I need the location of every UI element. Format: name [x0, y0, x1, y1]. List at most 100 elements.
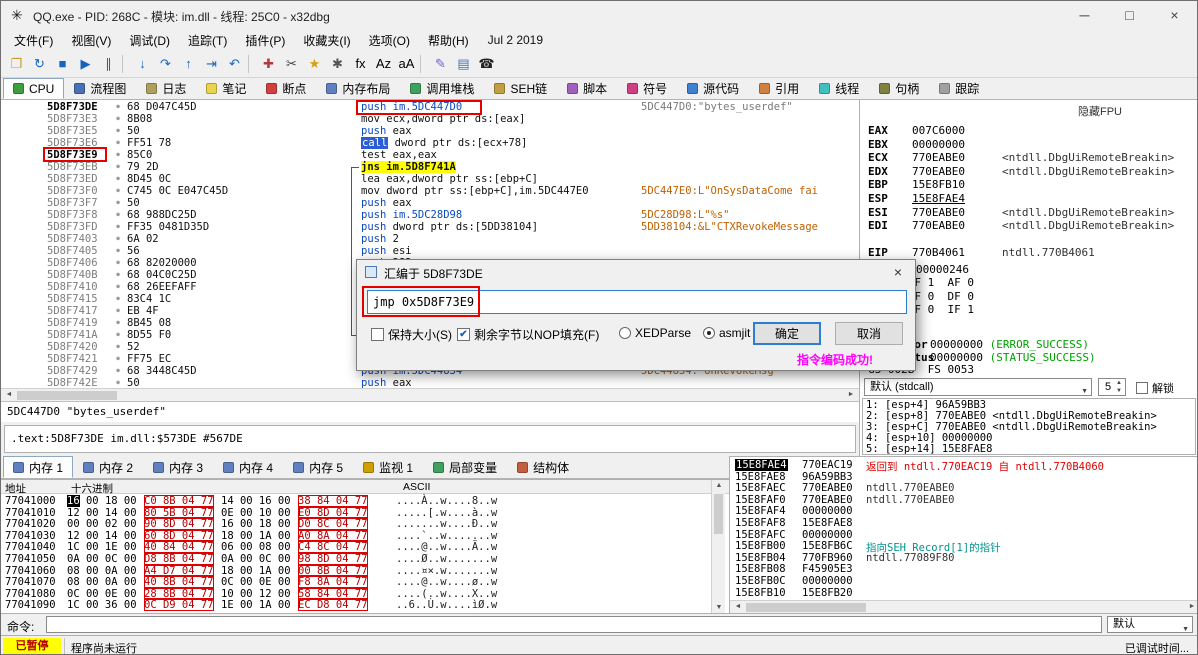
toolbar-step-out-button[interactable]: ↑	[177, 53, 200, 75]
dialog-close-button[interactable]: ×	[881, 260, 915, 284]
command-input[interactable]	[46, 616, 1102, 633]
tab-threads[interactable]: 线程	[809, 78, 869, 99]
xedparse-radio[interactable]: XEDParse	[619, 326, 691, 340]
disasm-hscrollbar[interactable]: ◄ ►	[1, 388, 859, 401]
stack-row[interactable]: 15E8FAF4 00000000	[730, 505, 1197, 517]
disasm-row[interactable]: 5D8F73F0 ● C745 0C E047C45D mov dword ptr s…	[1, 185, 859, 197]
minimize-button[interactable]: ─	[1062, 1, 1107, 29]
args-row[interactable]: 2: [esp+8] 770EABE0 <ntdll.DbgUiRemoteBr…	[863, 410, 1195, 422]
menu-item[interactable]: 插件(P)	[236, 29, 294, 52]
tab-references[interactable]: 引用	[749, 78, 809, 99]
cancel-button[interactable]: 取消	[835, 322, 903, 345]
toolbar-scissors-button[interactable]: ✂	[280, 53, 303, 75]
toolbar-step-over-button[interactable]: ↷	[154, 53, 177, 75]
menu-item[interactable]: 文件(F)	[5, 29, 62, 52]
dump-row[interactable]: 77041000 16 00 18 00 C0 8B 04 77 14 00 16 0…	[1, 495, 706, 507]
register-row[interactable]: EAX 007C6000	[860, 124, 1197, 137]
tab-log[interactable]: 日志	[136, 78, 196, 99]
toolbar-favourites-button[interactable]: ★	[303, 53, 326, 75]
menu-item[interactable]: 帮助(H)	[419, 29, 478, 52]
keep-size-checkbox-box[interactable]	[371, 328, 384, 341]
stack-row[interactable]: 15E8FAF0 770EABE0 ntdll.770EABE0	[730, 494, 1197, 506]
toolbar-stop-button[interactable]: ■	[51, 53, 74, 75]
nop-fill-checkbox-box[interactable]: ✔	[457, 328, 470, 341]
tab-graph[interactable]: 流程图	[64, 78, 136, 99]
arg-count-stepper[interactable]: 5 ▲ ▼	[1098, 378, 1126, 396]
calling-convention-combo[interactable]: 默认 (stdcall) ▼	[864, 378, 1092, 396]
command-combo[interactable]: 默认 ▼	[1107, 616, 1193, 633]
tab-dump4[interactable]: 内存 4	[213, 456, 283, 478]
disasm-row[interactable]: 5D8F73E9 ● 85C0 test eax,eax	[1, 149, 859, 161]
asmjit-radio[interactable]: asmjit	[703, 326, 750, 340]
dialog-title-bar[interactable]: 汇编于 5D8F73DE ×	[357, 260, 915, 284]
stepper-arrows-icon[interactable]: ▲ ▼	[1114, 379, 1124, 395]
disasm-row[interactable]: 5D8F73EB ● 79 2D jns im.5D8F741A	[1, 161, 859, 173]
toolbar-back-button[interactable]: ↶	[223, 53, 246, 75]
keep-size-checkbox[interactable]: 保持大小(S)	[371, 326, 452, 343]
scroll-up-icon[interactable]: ▲	[712, 480, 726, 492]
toolbar-log-window-button[interactable]: ▤	[452, 53, 475, 75]
toolbar-notes-pencil-button[interactable]: ✎	[429, 53, 452, 75]
args-row[interactable]: 1: [esp+4] 96A59BB3	[863, 399, 1195, 411]
ok-button[interactable]: 确定	[753, 322, 821, 345]
register-row[interactable]: EIP 770B4061 ntdll.770B4061	[860, 246, 1197, 259]
scroll-left-icon[interactable]: ◄	[2, 389, 16, 401]
dump-row[interactable]: 77041070 08 00 0A 00 40 8B 04 77 0C 00 0E 0…	[1, 576, 706, 588]
stack-row[interactable]: 15E8FAEC 770EABE0 ntdll.770EABE0	[730, 482, 1197, 494]
tab-symbols[interactable]: 符号	[617, 78, 677, 99]
asmjit-radio-circle[interactable]	[703, 327, 715, 339]
unlock-checkbox-box[interactable]	[1136, 382, 1148, 394]
xedparse-radio-circle[interactable]	[619, 327, 631, 339]
args-row[interactable]: 4: [esp+10] 00000000	[863, 432, 1195, 444]
disasm-row[interactable]: 5D8F73F7 ● 50 push eax	[1, 197, 859, 209]
tab-call-stack[interactable]: 调用堆栈	[400, 78, 484, 99]
disasm-row[interactable]: 5D8F7403 ● 6A 02 push 2	[1, 233, 859, 245]
unlock-checkbox[interactable]: 解锁	[1136, 380, 1174, 396]
tab-dump5[interactable]: 内存 5	[283, 456, 353, 478]
menu-item[interactable]: 选项(O)	[360, 29, 419, 52]
toolbar-pause-button[interactable]: ∥	[97, 53, 120, 75]
tab-struct[interactable]: 结构体	[507, 456, 579, 478]
dump-vscrollbar[interactable]: ▲ ▼	[711, 480, 725, 614]
stack-hscrollbar[interactable]: ◄ ►	[730, 600, 1197, 613]
tab-dump1[interactable]: 内存 1	[3, 456, 74, 478]
disasm-row[interactable]: 5D8F73ED ● 8D45 0C lea eax,dword ptr ss:[eb…	[1, 173, 859, 185]
toolbar-phone-button[interactable]: ☎	[475, 53, 498, 75]
register-row[interactable]: EBX 00000000	[860, 138, 1197, 151]
menu-item[interactable]: 追踪(T)	[179, 29, 236, 52]
toolbar-az-sort-button[interactable]: Az	[372, 53, 395, 75]
stack-row[interactable]: 15E8FAE4 770EAC19 返回到 ntdll.770EAC19 自 ntd…	[730, 459, 1197, 473]
nop-fill-checkbox[interactable]: ✔ 剩余字节以NOP填充(F)	[457, 326, 599, 343]
toolbar-step-into-button[interactable]: ↓	[131, 53, 154, 75]
stack-hscroll-thumb[interactable]	[746, 603, 866, 612]
args-row[interactable]: 3: [esp+C] 770EABE0 <ntdll.DbgUiRemoteBr…	[863, 421, 1195, 433]
dump-row[interactable]: 77041090 1C 00 36 00 0C D9 04 77 1E 00 1A 0…	[1, 599, 706, 611]
scroll-right-icon[interactable]: ►	[1185, 601, 1197, 613]
stack-row[interactable]: 15E8FB0C 00000000	[730, 575, 1197, 587]
tab-cpu[interactable]: CPU	[3, 78, 65, 99]
disasm-row[interactable]: 5D8F7405 ● 56 push esi	[1, 245, 859, 257]
disasm-row[interactable]: 5D8F73FD ● FF35 0481D35D push dword ptr ds:…	[1, 221, 859, 233]
maximize-button[interactable]: □	[1107, 1, 1152, 29]
disasm-hscroll-thumb[interactable]	[17, 391, 117, 400]
disasm-row[interactable]: 5D8F73F8 ● 68 988DC25D push im.5DC28D98 5DC2…	[1, 209, 859, 221]
toolbar-restart-button[interactable]: ↻	[28, 53, 51, 75]
toolbar-fx-button[interactable]: fx	[349, 53, 372, 75]
stack-row[interactable]: 15E8FAE8 96A59BB3	[730, 471, 1197, 483]
dump-row[interactable]: 77041020 00 00 02 00 90 8D 04 77 16 00 18 0…	[1, 518, 706, 530]
menu-item[interactable]: 调试(D)	[120, 29, 179, 52]
toolbar-open-file-button[interactable]: ❐	[5, 53, 28, 75]
toolbar-run-button[interactable]: ▶	[74, 53, 97, 75]
register-row[interactable]: EDI 770EABE0 <ntdll.DbgUiRemoteBreakin>	[860, 219, 1197, 232]
dump-vscroll-thumb[interactable]	[714, 494, 723, 534]
tab-breakpoints[interactable]: 断点	[256, 78, 316, 99]
disasm-row[interactable]: 5D8F73E6 ● FF51 78 call dword ptr ds:[ecx+7…	[1, 137, 859, 149]
tab-locals[interactable]: 局部变量	[423, 456, 507, 478]
tab-seh[interactable]: SEH链	[484, 78, 557, 99]
dump-row[interactable]: 77041040 1C 00 1E 00 40 84 04 77 06 00 08 0…	[1, 541, 706, 553]
hide-fpu-button[interactable]: 隐藏FPU	[1078, 103, 1122, 119]
title-bar[interactable]: ✳ QQ.exe - PID: 268C - 模块: im.dll - 线程: …	[1, 1, 1197, 29]
tab-handles[interactable]: 句柄	[869, 78, 929, 99]
stack-row[interactable]: 15E8FB04 770FB960 ntdll.77089F80	[730, 552, 1197, 564]
dump-row[interactable]: 77041060 08 00 0A 00 A4 D7 04 77 18 00 1A 0…	[1, 565, 706, 577]
